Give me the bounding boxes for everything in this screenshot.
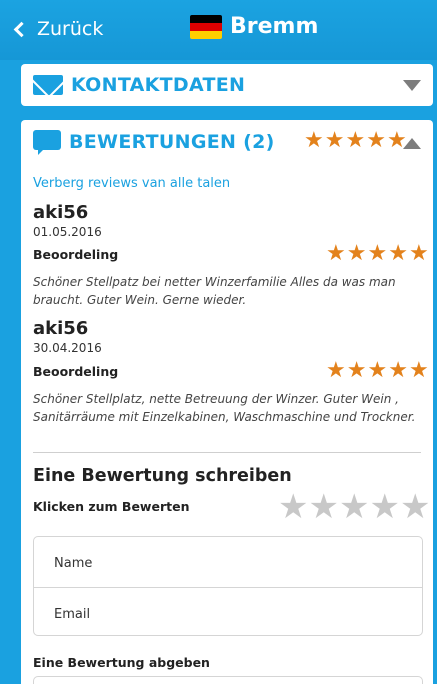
contact-header: KONTAKTDATEN (33, 74, 245, 96)
star-icon: ★ (408, 241, 429, 266)
chevron-left-icon (13, 21, 30, 38)
rate-stars-input[interactable]: ★ ★ ★ ★ ★ (278, 490, 430, 524)
star-outline-icon[interactable]: ★ (369, 490, 399, 524)
star-icon: ★ (388, 358, 408, 383)
reviews-title: BEWERTUNGEN (2) (69, 131, 275, 153)
name-field[interactable]: Name (34, 537, 422, 587)
hide-reviews-link[interactable]: Verberg reviews van alle talen (33, 176, 230, 191)
contact-section[interactable]: KONTAKTDATEN (21, 64, 433, 106)
star-outline-icon[interactable]: ★ (339, 490, 369, 524)
star-icon: ★ (324, 128, 345, 153)
review-author: aki56 (33, 202, 89, 223)
germany-flag-icon (190, 14, 222, 39)
back-button[interactable]: Zurück (13, 18, 104, 40)
review-form: Name Email (33, 536, 423, 636)
divider (33, 452, 421, 453)
contact-title: KONTAKTDATEN (71, 74, 246, 96)
top-bar: Zurück Bremm (0, 0, 437, 60)
star-icon: ★ (345, 128, 366, 153)
submit-review-label: Eine Bewertung abgeben (33, 655, 210, 670)
email-field[interactable]: Email (34, 587, 422, 637)
collapse-icon[interactable] (403, 138, 421, 149)
page-title: Bremm (190, 14, 318, 39)
review-rating-stars: ★ ★ ★ ★ ★ (326, 360, 429, 382)
expand-icon[interactable] (403, 80, 421, 91)
reviews-section: BEWERTUNGEN (2) ★ ★ ★ ★ ★ Verberg reviews va… (21, 120, 433, 684)
review-text: Schöner Stellplatz, nette Betreuung der … (33, 392, 416, 424)
star-icon: ★ (346, 358, 367, 383)
star-icon: ★ (408, 358, 429, 383)
review-date: 01.05.2016 (33, 225, 102, 239)
star-icon: ★ (367, 241, 388, 266)
review-rating-label: Beoordeling (33, 364, 119, 379)
reviews-header[interactable]: BEWERTUNGEN (2) (33, 130, 275, 155)
back-label: Zurück (37, 18, 104, 40)
review-text: Schöner Stellpatz bei netter Winzerfamil… (33, 275, 396, 307)
review-author: aki56 (33, 318, 89, 339)
star-outline-icon[interactable]: ★ (278, 490, 308, 524)
star-icon: ★ (366, 128, 386, 153)
star-outline-icon[interactable]: ★ (308, 490, 338, 524)
speech-bubble-icon (33, 130, 61, 155)
envelope-icon (33, 75, 63, 95)
star-icon: ★ (346, 241, 367, 266)
review-rating-stars: ★ ★ ★ ★ ★ (326, 243, 429, 265)
write-review-title: Eine Bewertung schreiben (33, 466, 292, 486)
star-icon: ★ (367, 358, 388, 383)
page-title-text: Bremm (230, 14, 319, 39)
star-icon: ★ (304, 128, 324, 153)
star-icon: ★ (388, 241, 408, 266)
review-text-input[interactable] (33, 676, 423, 684)
star-icon: ★ (326, 241, 346, 266)
average-rating-stars: ★ ★ ★ ★ ★ (304, 130, 407, 152)
review-rating-label: Beoordeling (33, 247, 119, 262)
star-outline-icon[interactable]: ★ (400, 490, 430, 524)
rate-label: Klicken zum Bewerten (33, 499, 190, 514)
review-date: 30.04.2016 (33, 341, 102, 355)
star-icon: ★ (326, 358, 346, 383)
